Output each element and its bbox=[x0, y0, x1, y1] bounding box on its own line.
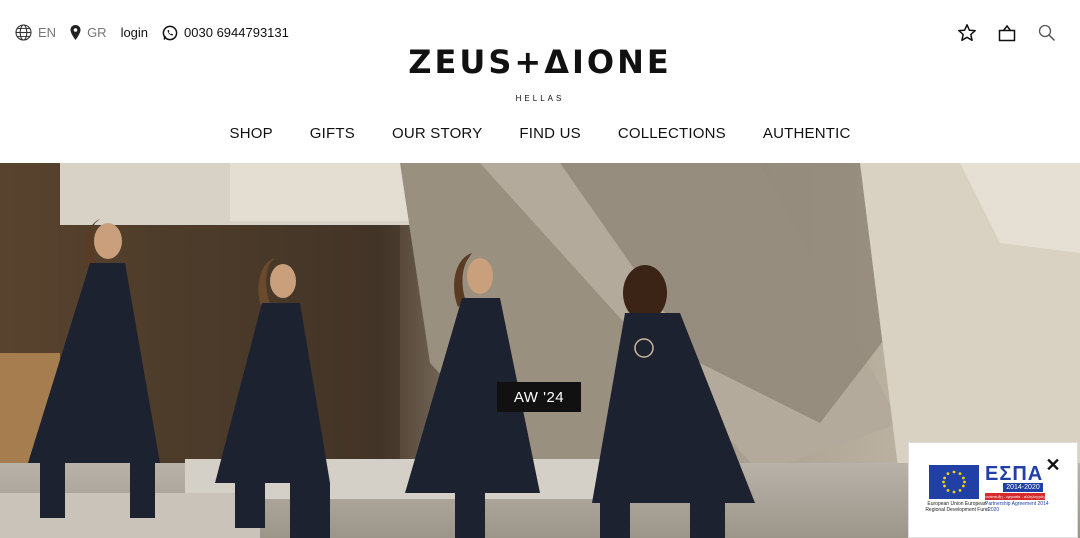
login-label: login bbox=[120, 25, 149, 40]
nav-item-collections[interactable]: COLLECTIONS bbox=[618, 125, 726, 142]
espa-years: 2014-2020 bbox=[1003, 483, 1043, 492]
login-link[interactable]: login bbox=[121, 25, 148, 40]
whatsapp-icon bbox=[162, 25, 178, 41]
close-icon[interactable]: ✕ bbox=[1045, 456, 1061, 474]
nav-item-find-us[interactable]: FIND US bbox=[519, 125, 580, 142]
logo-wordmark: ZEUS+ΔIONE bbox=[408, 43, 672, 81]
espa-banner[interactable]: ✕ European Union European Regional Devel… bbox=[908, 442, 1078, 538]
globe-icon bbox=[15, 24, 32, 41]
bag-icon[interactable] bbox=[996, 22, 1018, 44]
language-selector[interactable]: EN bbox=[15, 24, 56, 41]
nav-item-authentic[interactable]: AUTHENTIC bbox=[763, 125, 851, 142]
collection-badge[interactable]: AW '24 bbox=[497, 382, 581, 412]
brand-logo[interactable]: ZEUS+ΔIONE HELLAS bbox=[0, 44, 1080, 103]
search-icon[interactable] bbox=[1036, 22, 1058, 44]
nav-item-gifts[interactable]: GIFTS bbox=[310, 125, 355, 142]
location-selector[interactable]: GR bbox=[70, 25, 107, 40]
eu-flag-icon bbox=[929, 465, 979, 499]
espa-tagline: ανάπτυξη - εργασία - αλληλεγγύη bbox=[985, 493, 1045, 500]
eu-caption: European Union European Regional Develop… bbox=[925, 501, 989, 513]
logo-subtitle: HELLAS bbox=[515, 94, 565, 103]
espa-caption: Partnership Agreement 2014 - 2020 bbox=[985, 501, 1049, 513]
star-icon[interactable] bbox=[956, 22, 978, 44]
header-icons bbox=[938, 22, 1058, 44]
phone-number: 0030 6944793131 bbox=[184, 25, 289, 40]
nav-item-our-story[interactable]: OUR STORY bbox=[392, 125, 482, 142]
location-pin-icon bbox=[70, 25, 81, 40]
utility-bar: EN GR login 0030 6944793131 bbox=[15, 24, 303, 41]
phone-link[interactable]: 0030 6944793131 bbox=[162, 25, 289, 41]
main-nav: SHOP GIFTS OUR STORY FIND US COLLECTIONS… bbox=[0, 125, 1080, 142]
location-label: GR bbox=[87, 25, 107, 40]
nav-item-shop[interactable]: SHOP bbox=[229, 125, 272, 142]
language-label: EN bbox=[38, 25, 57, 40]
